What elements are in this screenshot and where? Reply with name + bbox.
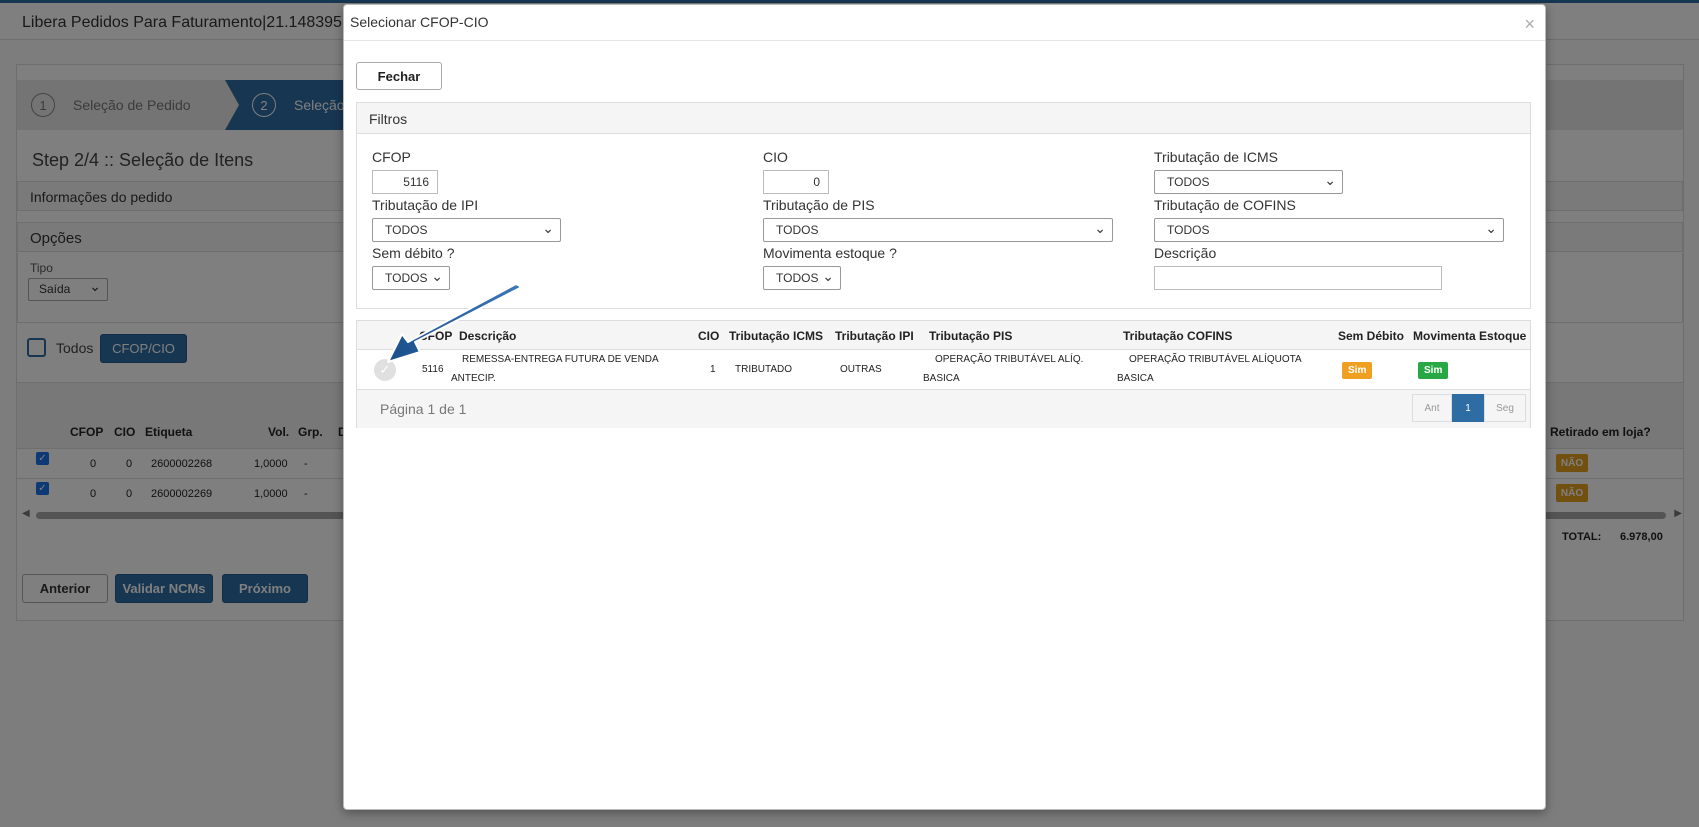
cio-label: CIO (763, 149, 788, 165)
chevron-down-icon: ⌄ (1324, 172, 1336, 188)
col-ipi[interactable]: Tributação IPI (835, 329, 914, 343)
chevron-down-icon: ⌄ (542, 220, 554, 236)
movimenta-select[interactable]: TODOS ⌄ (763, 266, 841, 290)
col-cofins[interactable]: Tributação COFINS (1123, 329, 1232, 343)
row-ipi: OUTRAS (840, 364, 882, 375)
results-table-header: CFOP Descrição CIO Tributação ICMS Tribu… (357, 321, 1530, 350)
sem-debito-badge: Sim (1342, 362, 1373, 379)
row-icms: TRIBUTADO (735, 364, 793, 375)
icms-label: Tributação de ICMS (1154, 149, 1278, 165)
col-icms[interactable]: Tributação ICMS (729, 329, 823, 343)
table-row[interactable]: ✓ 5116 REMESSA-ENTREGA FUTURA DE VENDA A… (357, 350, 1530, 390)
icms-select[interactable]: TODOS ⌄ (1154, 170, 1343, 194)
modal-title: Selecionar CFOP-CIO (350, 14, 489, 30)
cofins-select-value: TODOS (1167, 223, 1210, 237)
results-table-footer: Página 1 de 1 Ant 1 Seg (357, 390, 1530, 428)
row-cio: 1 (710, 364, 716, 375)
cofins-select[interactable]: TODOS ⌄ (1154, 218, 1504, 242)
close-icon[interactable]: × (1524, 15, 1535, 33)
pis-select[interactable]: TODOS ⌄ (763, 218, 1113, 242)
chevron-down-icon: ⌄ (822, 268, 834, 284)
movimenta-label: Movimenta estoque ? (763, 245, 897, 261)
filters-heading: Filtros (357, 103, 1530, 134)
select-row-icon[interactable]: ✓ (374, 359, 396, 381)
movimenta-select-value: TODOS (776, 271, 819, 285)
descricao-input[interactable] (1154, 266, 1442, 290)
pager-current-page[interactable]: 1 (1452, 394, 1484, 422)
cofins-label: Tributação de COFINS (1154, 197, 1296, 213)
row-cofins-line1: OPERAÇÃO TRIBUTÁVEL ALÍQUOTA (1129, 354, 1302, 365)
modal-divider (344, 40, 1545, 41)
cfop-label: CFOP (372, 149, 411, 165)
col-pis[interactable]: Tributação PIS (929, 329, 1012, 343)
descricao-label: Descrição (1154, 245, 1217, 261)
chevron-down-icon: ⌄ (1094, 220, 1106, 236)
row-descricao-line1: REMESSA-ENTREGA FUTURA DE VENDA (462, 354, 659, 365)
sem-debito-select[interactable]: TODOS ⌄ (372, 266, 450, 290)
fechar-button[interactable]: Fechar (356, 62, 442, 90)
cfop-input[interactable]: 5116 (372, 170, 438, 194)
chevron-down-icon: ⌄ (431, 268, 443, 284)
pis-label: Tributação de PIS (763, 197, 875, 213)
row-pis-line1: OPERAÇÃO TRIBUTÁVEL ALÍQ. (935, 354, 1084, 365)
col-cfop[interactable]: CFOP (419, 329, 452, 343)
pis-select-value: TODOS (776, 223, 819, 237)
sem-debito-select-value: TODOS (385, 271, 428, 285)
movimenta-badge: Sim (1418, 362, 1449, 379)
pager-prev-button[interactable]: Ant (1412, 394, 1452, 422)
results-table: CFOP Descrição CIO Tributação ICMS Tribu… (356, 320, 1531, 428)
sem-debito-label: Sem débito ? (372, 245, 455, 261)
icms-select-value: TODOS (1167, 175, 1210, 189)
chevron-down-icon: ⌄ (1485, 220, 1497, 236)
row-descricao-line2: ANTECIP. (451, 373, 496, 384)
cio-input[interactable]: 0 (763, 170, 829, 194)
pager-next-button[interactable]: Seg (1484, 394, 1526, 422)
ipi-select-value: TODOS (385, 223, 428, 237)
filters-panel: Filtros CFOP 5116 CIO 0 Tributação de IC… (356, 102, 1531, 309)
row-cofins-line2: BASICA (1117, 373, 1154, 384)
col-movimenta[interactable]: Movimenta Estoque (1413, 329, 1526, 343)
row-cfop: 5116 (422, 364, 444, 375)
col-sem-debito[interactable]: Sem Débito (1338, 329, 1404, 343)
pagination: Ant 1 Seg (1412, 394, 1526, 422)
cfop-cio-modal: Selecionar CFOP-CIO × Fechar Filtros CFO… (343, 4, 1546, 810)
page-info: Página 1 de 1 (380, 401, 467, 417)
ipi-label: Tributação de IPI (372, 197, 479, 213)
row-pis-line2: BASICA (923, 373, 960, 384)
col-descricao[interactable]: Descrição (457, 329, 517, 343)
ipi-select[interactable]: TODOS ⌄ (372, 218, 561, 242)
col-cio[interactable]: CIO (698, 329, 719, 343)
